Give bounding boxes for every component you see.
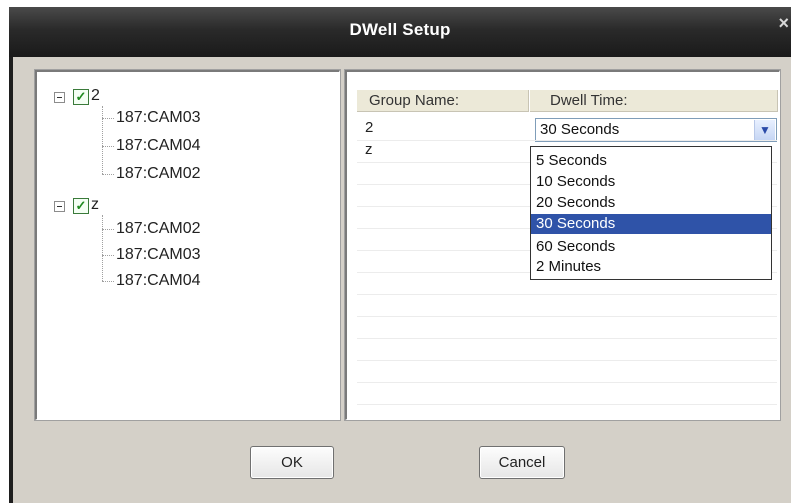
tree-connector	[102, 255, 114, 256]
cancel-button[interactable]: Cancel	[479, 446, 565, 479]
grid-row-divider	[357, 294, 777, 295]
tree-connector	[102, 229, 114, 230]
collapse-icon[interactable]	[54, 92, 65, 103]
tree-connector	[102, 281, 114, 282]
window-border	[9, 57, 13, 503]
dropdown-option[interactable]: 60 Seconds	[531, 237, 771, 257]
grid-row-divider	[357, 338, 777, 339]
dwell-setup-dialog: DWell Setup × ✓ 2 187:CAM03 187:CAM04 18…	[9, 7, 791, 503]
grid-row-divider	[357, 404, 777, 405]
grid-row-divider	[357, 316, 777, 317]
group-checkbox[interactable]: ✓	[73, 89, 89, 105]
grid-row-divider	[357, 140, 777, 141]
group-checkbox[interactable]: ✓	[73, 198, 89, 214]
dwell-time-value: 30 Seconds	[540, 121, 620, 138]
column-header-dwell-time[interactable]: Dwell Time:	[530, 90, 778, 112]
tree-connector	[102, 106, 103, 174]
collapse-icon[interactable]	[54, 201, 65, 212]
dropdown-option[interactable]: 2 Minutes	[531, 257, 771, 277]
dropdown-option-selected[interactable]: 30 Seconds	[531, 214, 771, 234]
dwell-time-select[interactable]: 30 Seconds ▼	[535, 118, 777, 142]
tree-group-label[interactable]: 2	[91, 87, 100, 105]
group-name-cell[interactable]: 2	[365, 119, 373, 136]
title-bar[interactable]: DWell Setup ×	[9, 7, 791, 57]
dwell-time-dropdown-list[interactable]: 5 Seconds 10 Seconds 20 Seconds 30 Secon…	[530, 146, 772, 280]
column-header-group-name[interactable]: Group Name:	[357, 90, 529, 112]
chevron-down-icon[interactable]: ▼	[754, 120, 775, 140]
tree-connector	[102, 174, 114, 175]
dropdown-option[interactable]: 5 Seconds	[531, 151, 771, 171]
camera-tree-panel[interactable]: ✓ 2 187:CAM03 187:CAM04 187:CAM02 ✓ z 18…	[35, 70, 340, 420]
tree-camera-item[interactable]: 187:CAM03	[116, 109, 201, 127]
tree-camera-item[interactable]: 187:CAM04	[116, 137, 201, 155]
tree-connector	[102, 215, 103, 281]
grid-row-divider	[357, 382, 777, 383]
tree-connector	[102, 118, 114, 119]
tree-connector	[102, 146, 114, 147]
dialog-title: DWell Setup	[349, 20, 451, 39]
grid-row-divider	[357, 360, 777, 361]
dropdown-option[interactable]: 10 Seconds	[531, 172, 771, 192]
close-icon[interactable]: ×	[778, 13, 789, 34]
tree-group-label[interactable]: z	[91, 196, 99, 214]
ok-button[interactable]: OK	[250, 446, 334, 479]
tree-camera-item[interactable]: 187:CAM03	[116, 246, 201, 264]
tree-camera-item[interactable]: 187:CAM02	[116, 165, 201, 183]
tree-camera-item[interactable]: 187:CAM02	[116, 220, 201, 238]
dropdown-option[interactable]: 20 Seconds	[531, 193, 771, 213]
group-name-cell[interactable]: z	[365, 141, 373, 158]
tree-camera-item[interactable]: 187:CAM04	[116, 272, 201, 290]
